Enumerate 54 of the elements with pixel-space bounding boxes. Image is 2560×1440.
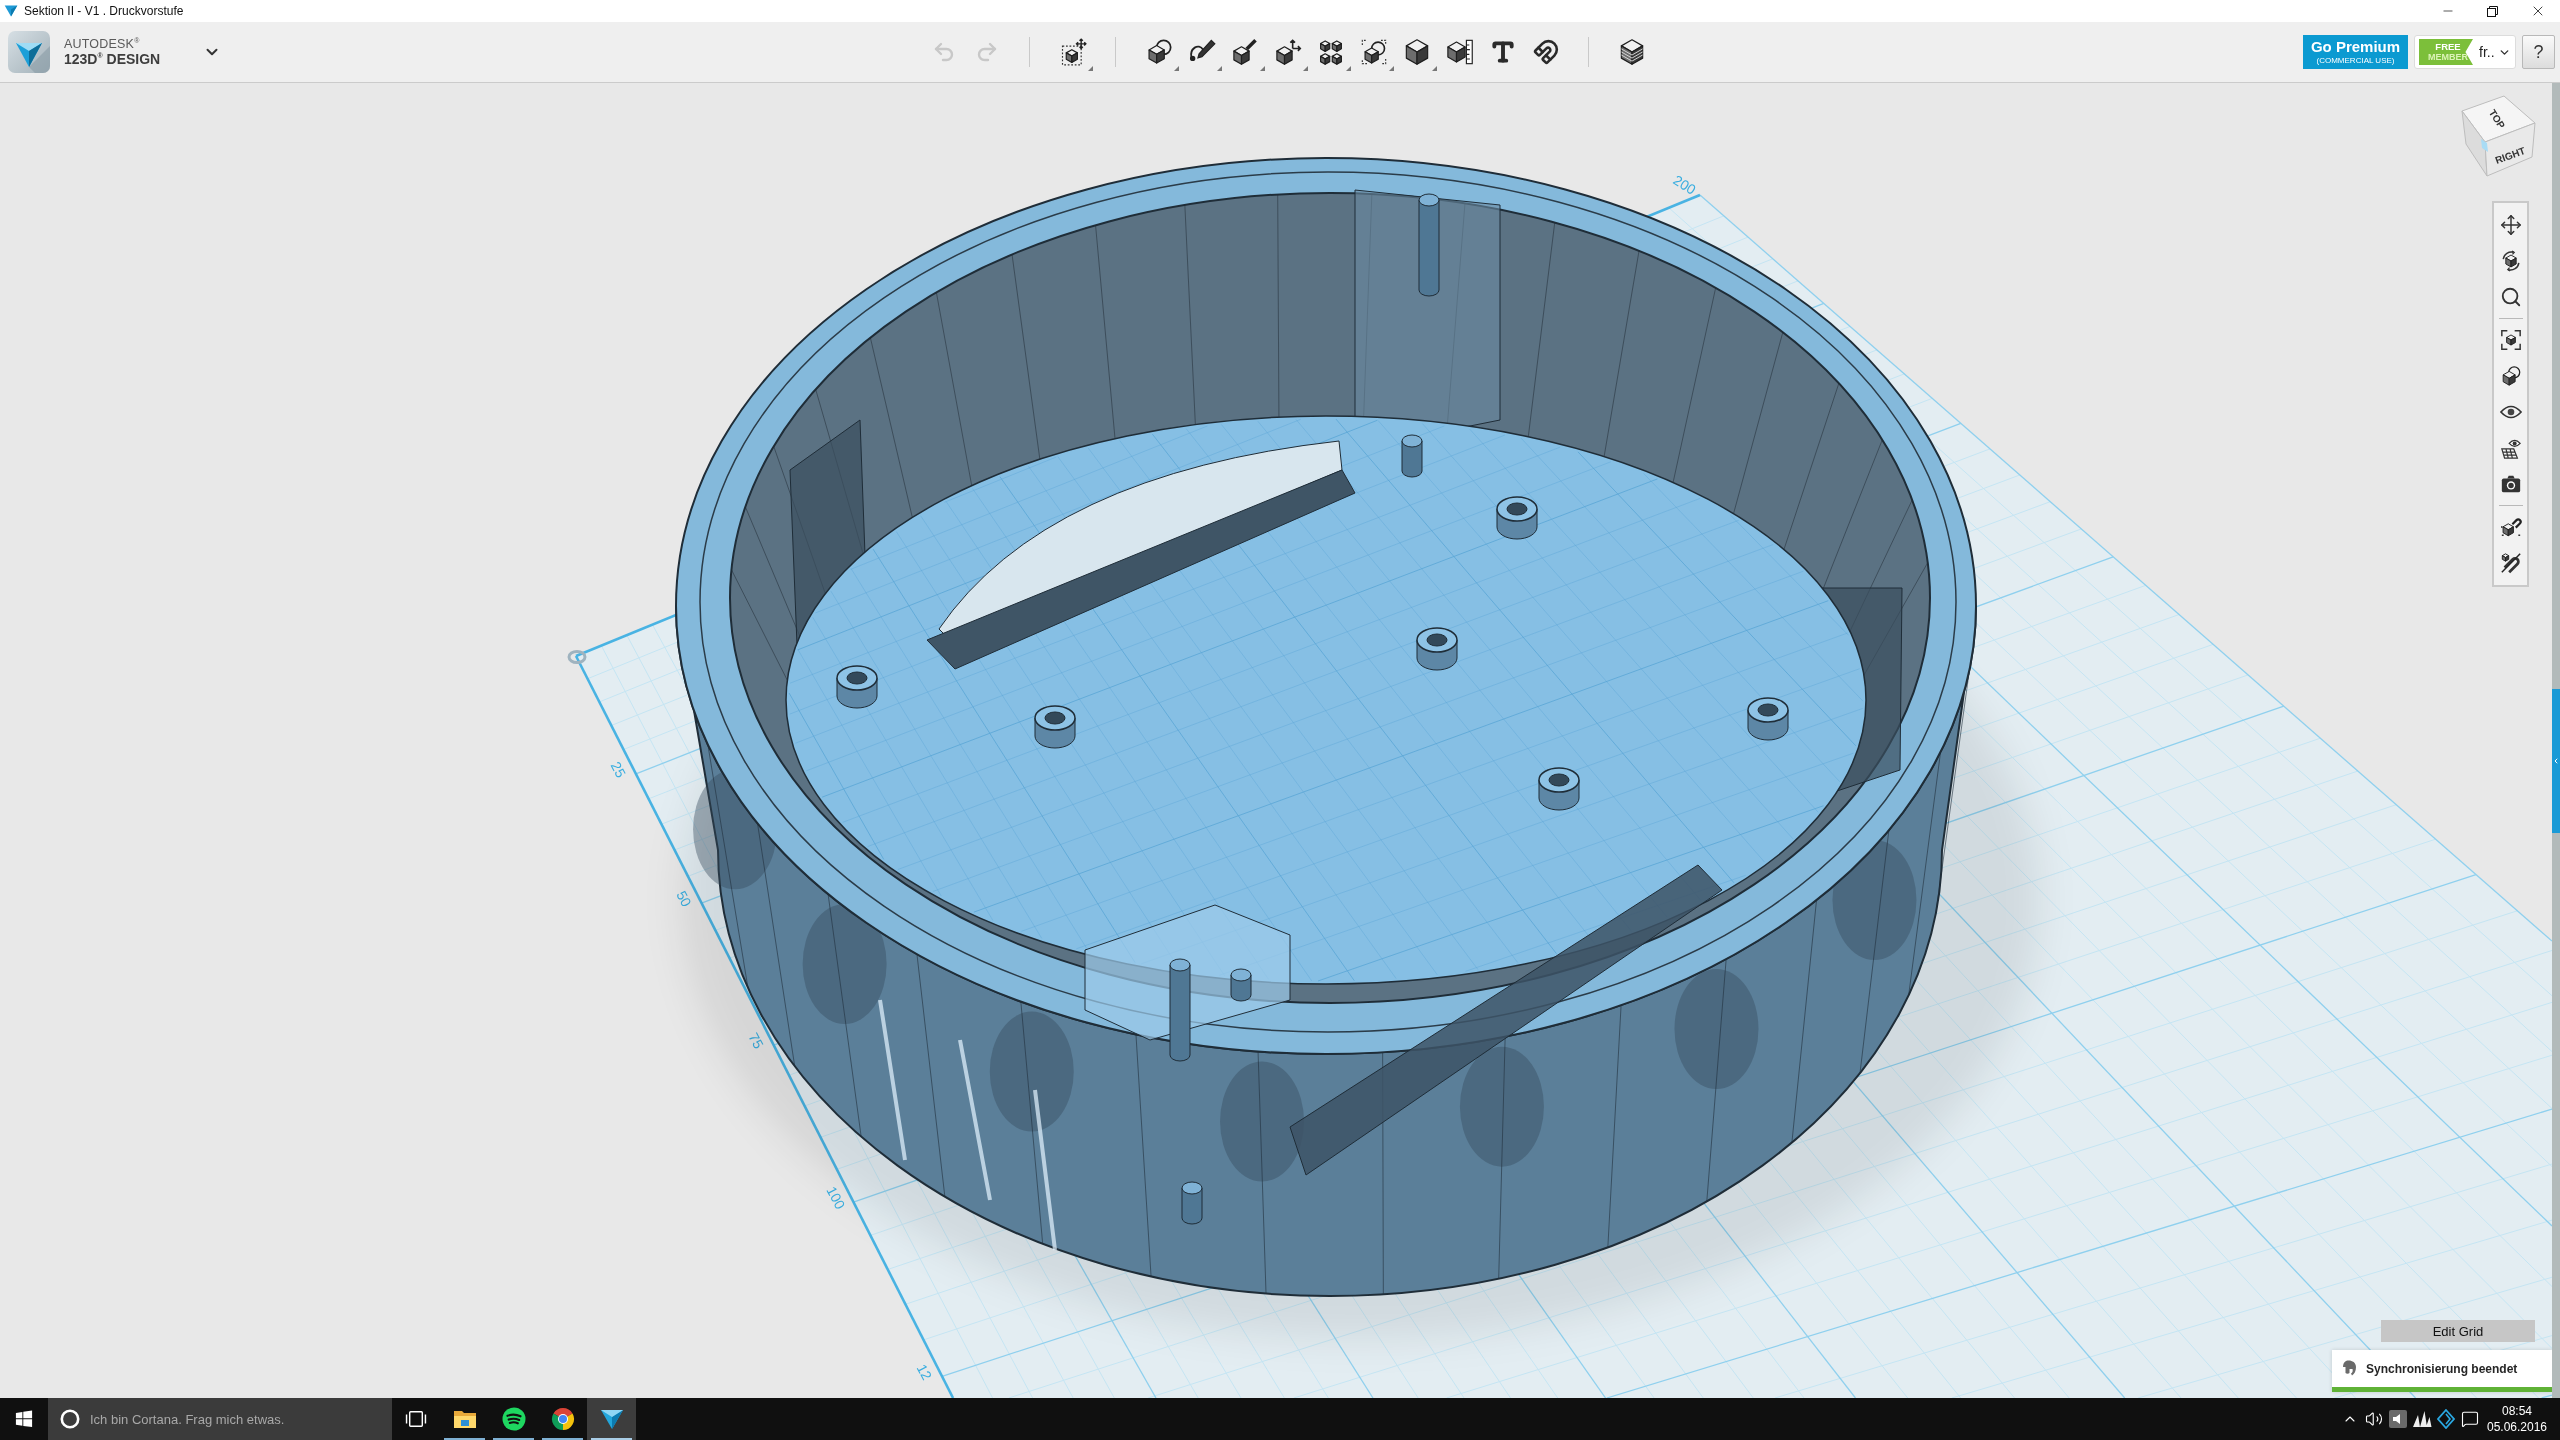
origin-marker-icon xyxy=(567,650,587,664)
message-icon[interactable] xyxy=(2461,1410,2479,1428)
cube-brush-icon xyxy=(1230,38,1259,66)
magnet-icon xyxy=(1532,39,1559,65)
stacked-windows-icon xyxy=(405,1410,427,1428)
grid-scale-label: 12 xyxy=(913,1361,936,1383)
account-button[interactable]: FREE MEMBER fr.. xyxy=(2414,35,2516,69)
clock[interactable]: 08:54 05.06.2016 xyxy=(2482,1403,2552,1435)
four-panes-icon xyxy=(15,1410,33,1428)
magnet-slash-icon xyxy=(2499,552,2522,574)
app-logo-icon xyxy=(8,31,50,73)
grid-scale-label: 50 xyxy=(673,888,695,910)
grid-scale-label: 25 xyxy=(607,758,630,781)
notification-text: Synchronisierung beendet xyxy=(2366,1361,2518,1376)
circle-waves-icon xyxy=(501,1407,526,1431)
help-button[interactable]: ? xyxy=(2522,35,2555,69)
search-input[interactable]: Ich bin Cortana. Frag mich etwas. xyxy=(90,1406,340,1432)
edit-grid-button[interactable]: Edit Grid xyxy=(2381,1320,2535,1342)
fit-cube-icon xyxy=(2499,329,2522,351)
grid-scale-label: 100 xyxy=(823,1183,849,1212)
camera-icon xyxy=(2499,474,2522,494)
brand-company: AUTODESK$^{®}$ xyxy=(64,37,141,52)
tricolor-circle-icon xyxy=(550,1407,575,1431)
taskbar-app-button[interactable] xyxy=(587,1398,636,1440)
letter-t-icon xyxy=(1489,39,1516,65)
eye-icon xyxy=(2499,404,2522,420)
cube-circle-frame-icon xyxy=(1359,38,1388,66)
triangle-logo-icon xyxy=(4,5,18,17)
cube-ruler-icon xyxy=(1445,38,1474,66)
chevron-left-icon xyxy=(2552,757,2560,765)
sails-icon[interactable] xyxy=(2412,1410,2432,1428)
user-name: fr.. xyxy=(2479,44,2495,60)
diamond-logo-icon[interactable] xyxy=(2437,1409,2455,1429)
clock-date: 05.06.2016 xyxy=(2486,1419,2548,1435)
triangle-logo-icon xyxy=(599,1408,624,1430)
grid-scale-label: 200 xyxy=(1670,171,1699,198)
speaker-icon[interactable] xyxy=(2365,1410,2383,1428)
folder-icon xyxy=(452,1408,477,1430)
elephant-icon xyxy=(2342,1359,2358,1378)
grid-scale-label: 75 xyxy=(745,1030,767,1052)
grid-eye-icon xyxy=(2499,437,2522,459)
brand-product: 123D$^{®}$ DESIGN xyxy=(64,52,162,67)
panel-toggle-tab[interactable] xyxy=(2552,689,2560,833)
clock-time: 08:54 xyxy=(2502,1403,2532,1419)
restore-icon xyxy=(2487,5,2498,17)
ring-icon xyxy=(60,1409,80,1429)
member-badge: FREE MEMBER xyxy=(2419,39,2473,65)
search-icon xyxy=(2499,286,2522,308)
search-field[interactable]: Ich bin Cortana. Frag mich etwas. xyxy=(48,1398,392,1440)
window-title: Sektion II - V1 . Druckvorstufe xyxy=(24,4,184,18)
cube-axes-icon xyxy=(1273,38,1302,66)
move-arrows-icon xyxy=(2499,214,2522,236)
cube-magnet-icon xyxy=(2499,516,2522,538)
speaker-tile-icon[interactable] xyxy=(2389,1410,2407,1428)
